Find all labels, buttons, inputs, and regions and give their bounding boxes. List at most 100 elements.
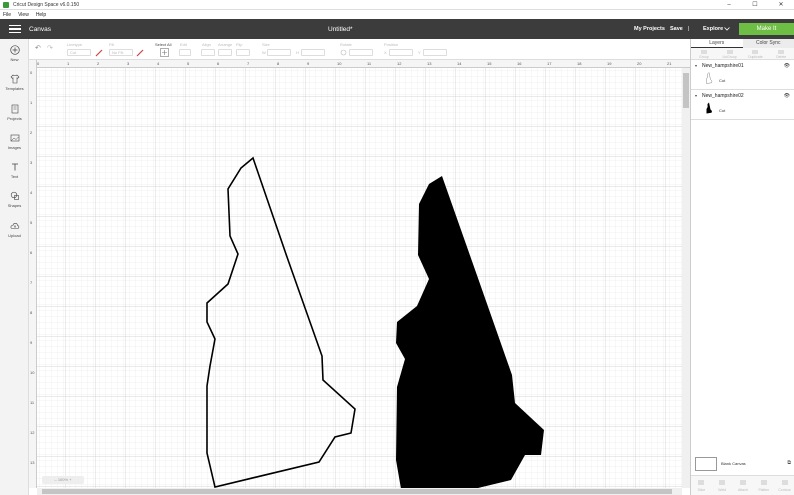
sidebar-item-templates[interactable]: Templates xyxy=(0,74,29,91)
make-it-button[interactable]: Make It xyxy=(739,23,794,35)
align-button[interactable] xyxy=(201,49,215,56)
horizontal-scrollbar[interactable] xyxy=(37,488,682,495)
explore-menu[interactable]: Explore xyxy=(703,26,723,32)
weld-button[interactable]: Weld xyxy=(712,476,733,495)
collapse-caret-icon[interactable]: ▾ xyxy=(695,93,697,98)
ruler-top-label: 6 xyxy=(217,61,220,66)
ruler-left-label: 11 xyxy=(30,400,35,405)
sidebar-item-new[interactable]: New xyxy=(0,45,29,62)
vertical-scroll-thumb[interactable] xyxy=(683,73,689,108)
sidebar-item-shapes[interactable]: Shapes xyxy=(0,191,29,208)
layer-thumbnail-filled xyxy=(706,102,712,114)
position-x-input[interactable] xyxy=(389,49,413,56)
sidebar-item-images[interactable]: Images xyxy=(0,133,29,150)
hamburger-menu-icon[interactable] xyxy=(9,25,21,33)
edit-toolbar: ↶ ↷ Linetype Cut Fill No Fill Select All… xyxy=(29,39,690,60)
sidebar-item-upload[interactable]: Upload xyxy=(0,221,29,238)
sidebar-item-text[interactable]: Text xyxy=(0,162,29,179)
fill-value: No Fill xyxy=(112,50,124,55)
tab-color-sync[interactable]: Color Sync xyxy=(742,39,794,48)
my-projects-link[interactable]: My Projects xyxy=(634,26,665,32)
eye-visibility-icon[interactable]: 👁 xyxy=(784,63,790,69)
layer-item[interactable]: ▾ New_hampshire01 👁 Cut xyxy=(691,60,794,90)
layer-name: New_hampshire01 xyxy=(702,63,744,69)
redo-icon[interactable]: ↷ xyxy=(47,44,53,52)
save-button[interactable]: Save xyxy=(670,26,683,32)
ungroup-button[interactable]: UnGroup xyxy=(717,48,743,59)
zoom-control[interactable]: – 100% + xyxy=(42,476,84,484)
delete-button[interactable]: Delete xyxy=(768,48,794,59)
ruler-top-label: 20 xyxy=(637,61,642,66)
ruler-top-label: 15 xyxy=(487,61,492,66)
ruler-left-label: 13 xyxy=(30,460,35,465)
menu-help[interactable]: Help xyxy=(36,12,46,18)
shapes-icon xyxy=(10,191,19,200)
menu-file[interactable]: File xyxy=(3,12,11,18)
rotate-input[interactable] xyxy=(349,49,373,56)
ruler-top-label: 7 xyxy=(247,61,250,66)
slice-button[interactable]: Slice xyxy=(691,476,712,495)
ruler-left-label: 9 xyxy=(30,340,33,345)
group-button[interactable]: Group xyxy=(691,48,717,59)
position-label: Position xyxy=(384,42,399,47)
document-title: Untitled* xyxy=(328,25,353,33)
horizontal-scroll-thumb[interactable] xyxy=(42,489,672,494)
sidebar-item-projects[interactable]: Projects xyxy=(0,104,29,121)
ruler-top-label: 19 xyxy=(607,61,612,66)
attach-button[interactable]: Attach xyxy=(733,476,754,495)
tab-layers[interactable]: Layers xyxy=(691,39,743,48)
ruler-left-label: 10 xyxy=(30,370,35,375)
canvas-settings-icon[interactable]: ⧉ xyxy=(787,460,791,466)
ruler-left-label: 4 xyxy=(30,190,33,195)
edit-button[interactable] xyxy=(179,49,191,56)
ruler-top-label: 18 xyxy=(577,61,582,66)
flatten-button[interactable]: Flatten xyxy=(753,476,774,495)
section-title: Canvas xyxy=(29,25,52,33)
vertical-scrollbar[interactable] xyxy=(682,68,690,488)
layer-operation: Cut xyxy=(719,108,726,113)
pen-color-icon[interactable] xyxy=(95,49,103,57)
arrange-button[interactable] xyxy=(218,49,232,56)
flip-label: Flip xyxy=(236,42,243,47)
maximize-button[interactable]: ☐ xyxy=(742,0,768,10)
menu-view[interactable]: View xyxy=(18,12,29,18)
canvas-grid xyxy=(37,68,690,488)
ruler-left-label: 3 xyxy=(30,160,33,165)
eye-visibility-icon[interactable]: 👁 xyxy=(784,93,790,99)
rotate-icon xyxy=(340,49,347,56)
images-icon xyxy=(10,134,19,142)
layer-actions: Group UnGroup Duplicate Delete xyxy=(691,48,794,60)
contour-button[interactable]: Contour xyxy=(774,476,794,495)
duplicate-button[interactable]: Duplicate xyxy=(743,48,769,59)
blank-canvas-row[interactable]: Blank Canvas ⧉ xyxy=(695,457,791,471)
minimize-button[interactable]: – xyxy=(716,0,742,10)
layer-item[interactable]: ▾ New_hampshire02 👁 Cut xyxy=(691,90,794,120)
layers-panel: Layers Color Sync Group UnGroup Duplicat… xyxy=(690,39,794,495)
width-input[interactable] xyxy=(267,49,291,56)
flip-button[interactable] xyxy=(236,49,250,56)
select-all-label[interactable]: Select All xyxy=(155,42,171,47)
close-button[interactable]: ✕ xyxy=(768,0,794,10)
sidebar-item-label: Images xyxy=(7,145,22,150)
chevron-down-icon[interactable] xyxy=(724,27,730,31)
size-label: Size xyxy=(262,42,270,47)
collapse-caret-icon[interactable]: ▾ xyxy=(695,63,697,68)
ruler-left-label: 2 xyxy=(30,130,33,135)
ruler-top-label: 11 xyxy=(367,61,372,66)
select-all-icon[interactable] xyxy=(160,48,169,57)
sidebar-item-label: Text xyxy=(10,174,19,179)
undo-icon[interactable]: ↶ xyxy=(35,44,41,52)
ruler-left-label: 7 xyxy=(30,280,33,285)
layer-name: New_hampshire02 xyxy=(702,93,744,99)
canvas-color-swatch[interactable] xyxy=(695,457,717,471)
layer-thumbnail-outline xyxy=(706,72,713,84)
header-separator: | xyxy=(688,26,690,32)
ruler-top-label: 5 xyxy=(187,61,190,66)
size-w-label: W xyxy=(262,50,266,55)
app-header: Canvas Untitled* My Projects Save | Expl… xyxy=(0,19,794,39)
size-h-label: H xyxy=(296,50,299,55)
position-y-input[interactable] xyxy=(423,49,447,56)
height-input[interactable] xyxy=(301,49,325,56)
ruler-top-label: 12 xyxy=(397,61,402,66)
fill-color-icon[interactable] xyxy=(136,49,144,57)
